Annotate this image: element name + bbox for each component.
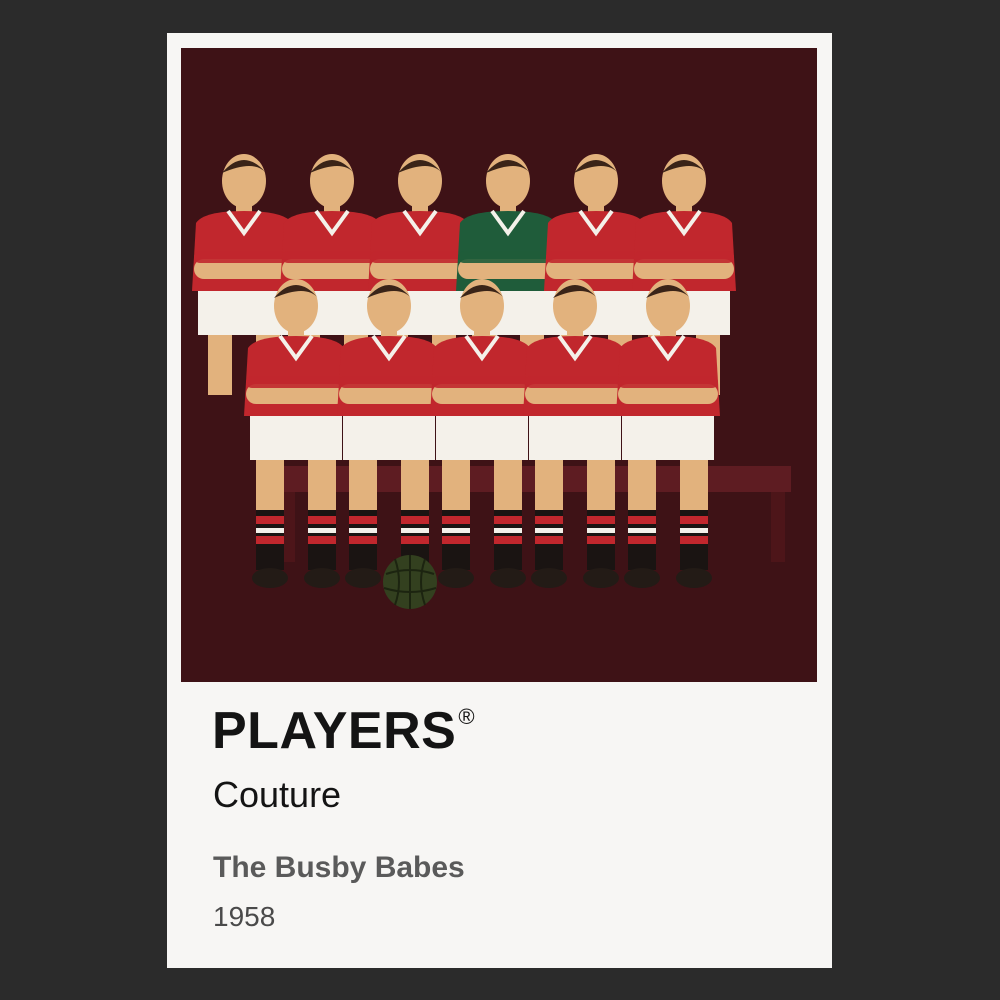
bench-leg-right	[771, 492, 785, 562]
brand-subtitle: Couture	[213, 774, 342, 815]
brand-text: PLAYERS	[212, 702, 457, 760]
football-icon	[383, 555, 437, 609]
brand-name: PLAYERS®	[212, 705, 475, 757]
year: 1958	[213, 901, 276, 932]
team-name: The Busby Babes	[213, 851, 465, 884]
registered-mark: ®	[458, 704, 476, 729]
team-illustration	[181, 48, 817, 682]
poster: PLAYERS® Couture The Busby Babes 1958	[167, 33, 832, 968]
team-photo-svg	[181, 48, 817, 682]
